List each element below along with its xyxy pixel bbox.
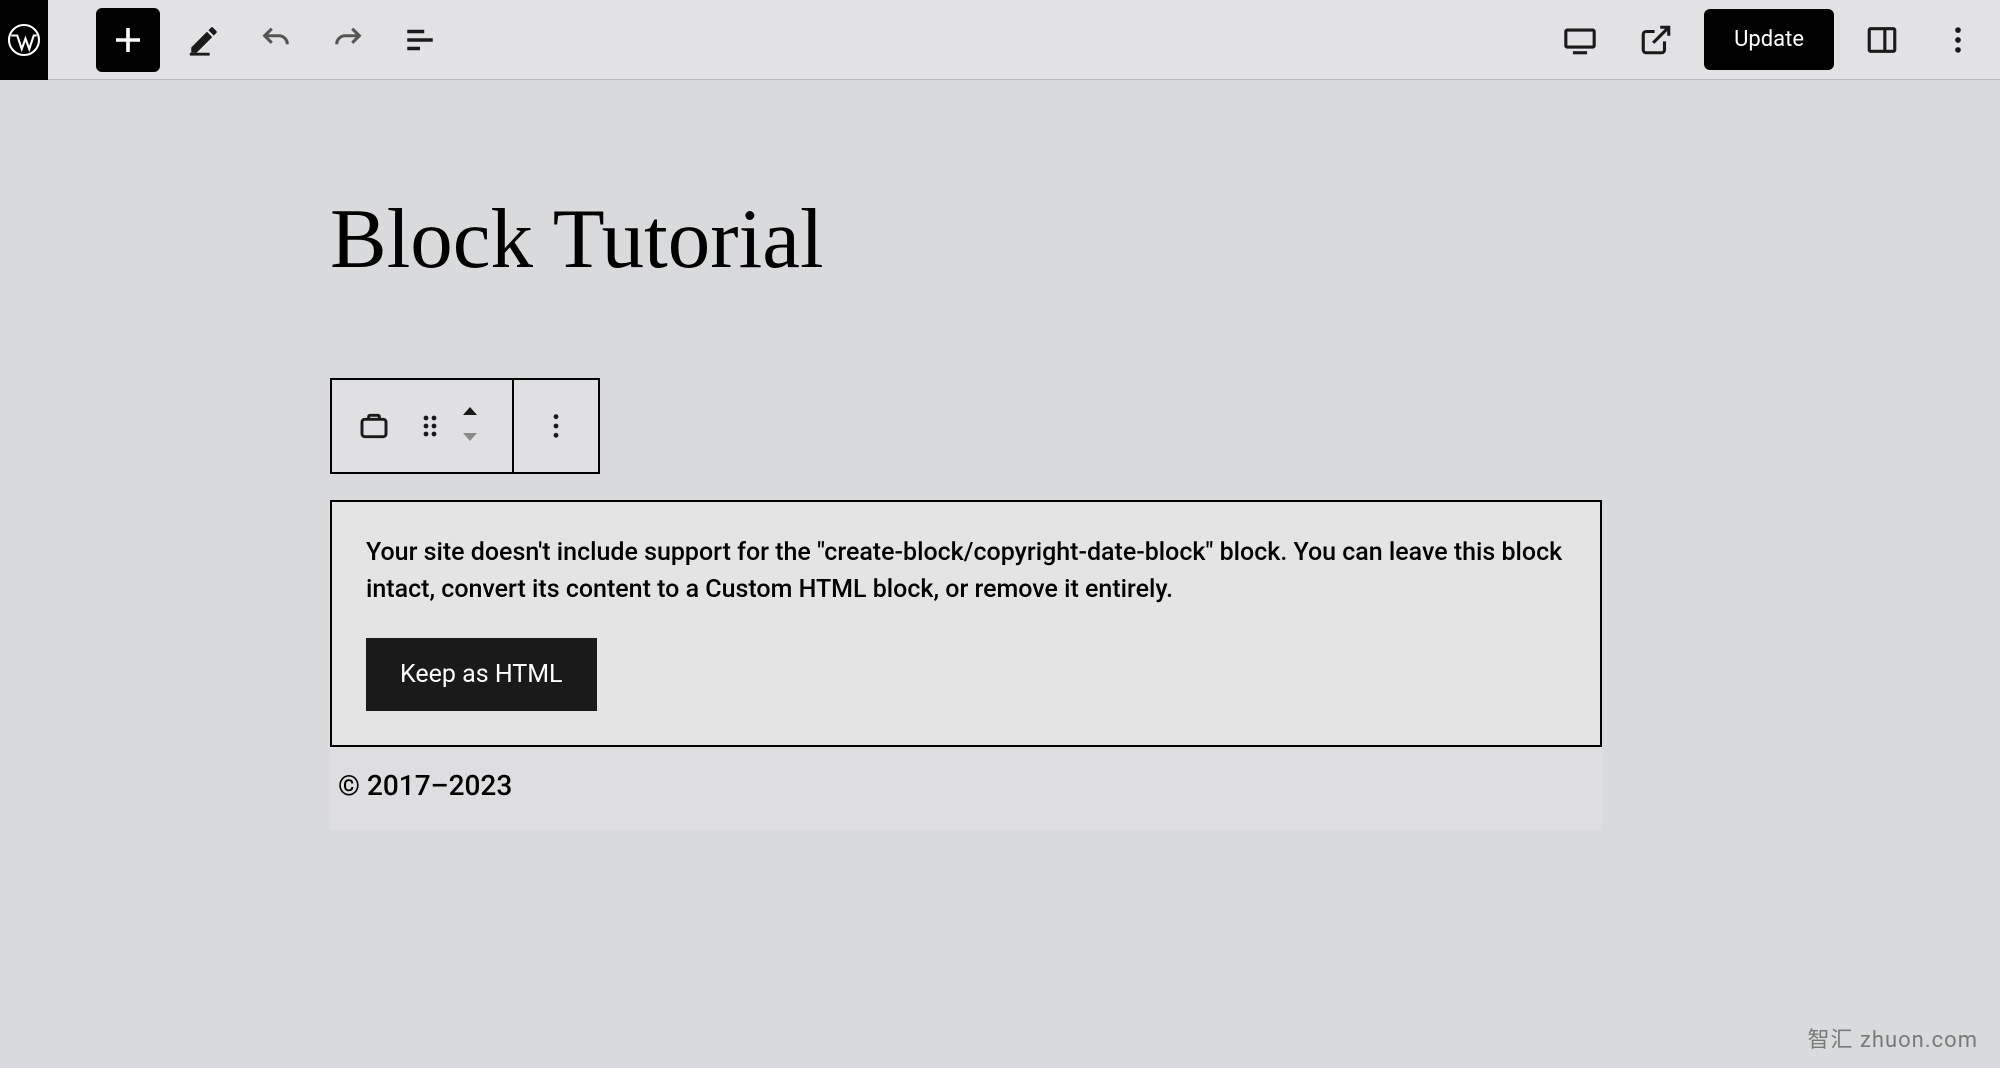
view-external-button[interactable] xyxy=(1628,12,1684,68)
sidebar-icon xyxy=(1865,23,1899,57)
toolbar-left-group xyxy=(96,8,448,72)
settings-sidebar-button[interactable] xyxy=(1854,12,1910,68)
wordpress-icon xyxy=(6,22,42,58)
move-up-button[interactable] xyxy=(458,402,498,424)
redo-button[interactable] xyxy=(320,12,376,68)
undo-icon xyxy=(259,23,293,57)
editor-canvas: Block Tutorial xyxy=(0,80,2000,830)
toolbar-right-group: Update xyxy=(1552,9,1986,70)
pencil-icon xyxy=(187,23,221,57)
list-icon xyxy=(403,23,437,57)
block-icon xyxy=(358,410,390,442)
plus-icon xyxy=(110,22,146,58)
dots-vertical-icon xyxy=(540,410,572,442)
more-options-button[interactable] xyxy=(1930,12,1986,68)
editor-top-toolbar: Update xyxy=(0,0,2000,80)
edit-tool-button[interactable] xyxy=(176,12,232,68)
wordpress-logo[interactable] xyxy=(0,0,48,80)
chevron-up-icon xyxy=(458,402,482,420)
keep-as-html-button[interactable]: Keep as HTML xyxy=(366,638,597,711)
unsupported-block-warning: Your site doesn't include support for th… xyxy=(330,500,1602,747)
redo-icon xyxy=(331,23,365,57)
post-title[interactable]: Block Tutorial xyxy=(330,190,1610,288)
undo-button[interactable] xyxy=(248,12,304,68)
block-toolbar-group-more xyxy=(512,380,598,472)
drag-handle-icon xyxy=(414,410,446,442)
block-toolbar-group-main xyxy=(332,380,512,472)
block-type-button[interactable] xyxy=(346,398,402,454)
view-desktop-button[interactable] xyxy=(1552,12,1608,68)
update-button[interactable]: Update xyxy=(1704,9,1834,70)
move-controls xyxy=(458,402,498,450)
block-toolbar xyxy=(330,378,600,474)
editor-content: Block Tutorial xyxy=(330,190,1610,830)
document-overview-button[interactable] xyxy=(392,12,448,68)
copyright-block-preview[interactable]: © 2017–2023 xyxy=(330,747,1602,830)
watermark: 智汇 zhuon.com xyxy=(1808,1022,1978,1054)
add-block-button[interactable] xyxy=(96,8,160,72)
move-down-button[interactable] xyxy=(458,428,498,450)
block-more-button[interactable] xyxy=(528,398,584,454)
dots-vertical-icon xyxy=(1941,23,1975,57)
external-link-icon xyxy=(1639,23,1673,57)
chevron-down-icon xyxy=(458,428,482,446)
drag-handle-button[interactable] xyxy=(402,398,458,454)
warning-text: Your site doesn't include support for th… xyxy=(366,534,1566,608)
desktop-icon xyxy=(1563,23,1597,57)
